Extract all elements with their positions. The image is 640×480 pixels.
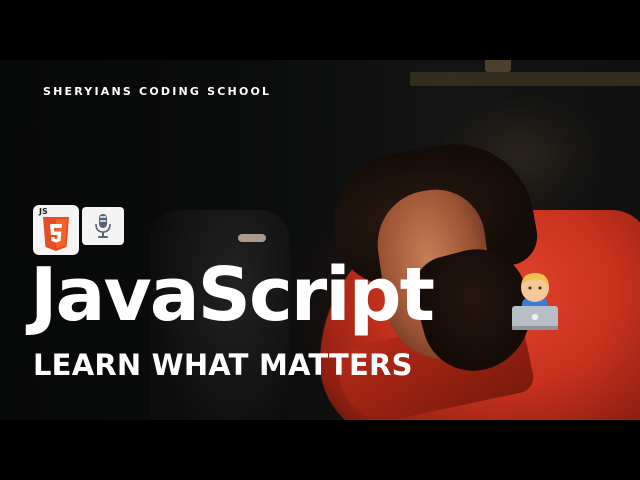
screen-glow	[238, 234, 266, 242]
badge-row: JS	[33, 205, 124, 255]
microphone-badge	[82, 207, 124, 245]
letterbox-top	[0, 0, 640, 60]
shelf-object	[485, 60, 511, 72]
headline-title: JavaScript	[30, 252, 435, 338]
html5-shield-icon	[43, 217, 69, 251]
background-shelf	[410, 72, 640, 86]
js-badge-label: JS	[39, 207, 48, 216]
js-badge: JS	[33, 205, 79, 255]
tagline: LEARN WHAT MATTERS	[33, 348, 413, 382]
technologist-emoji-icon	[512, 273, 558, 330]
brand-name: SHERYIANS CODING SCHOOL	[43, 85, 272, 98]
microphone-icon	[95, 214, 111, 238]
letterbox-bottom	[0, 420, 640, 480]
